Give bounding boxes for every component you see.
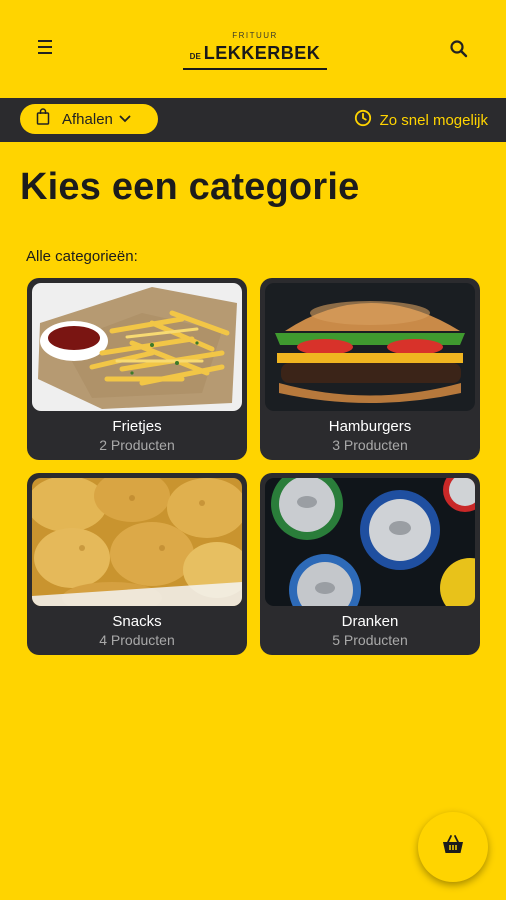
app-header: FRITUUR DE LEKKERBEK bbox=[0, 0, 506, 98]
brand-logo: FRITUUR DE LEKKERBEK bbox=[180, 30, 330, 80]
pickup-mode-dropdown[interactable]: Afhalen bbox=[20, 104, 158, 134]
nuggets-image bbox=[32, 478, 242, 606]
category-name: Hamburgers bbox=[328, 418, 412, 435]
category-name: Snacks bbox=[112, 613, 162, 630]
category-card-snacks[interactable]: Snacks 4 Producten bbox=[27, 473, 247, 655]
category-product-count: 3 Producten bbox=[332, 437, 408, 453]
hamburger-menu-icon[interactable] bbox=[38, 40, 56, 56]
delivery-time-selector[interactable]: Zo snel mogelijk bbox=[354, 108, 488, 132]
search-icon[interactable] bbox=[447, 37, 471, 61]
cans-image bbox=[265, 478, 475, 606]
category-product-count: 2 Producten bbox=[99, 437, 175, 453]
chevron-down-icon bbox=[119, 110, 131, 128]
page-title: Kies een categorie bbox=[20, 166, 360, 208]
clock-icon bbox=[354, 109, 372, 132]
delivery-time-label: Zo snel mogelijk bbox=[379, 111, 488, 129]
category-card-dranken[interactable]: Dranken 5 Producten bbox=[260, 473, 480, 655]
category-name: Frietjes bbox=[112, 418, 162, 435]
category-product-count: 4 Producten bbox=[99, 632, 175, 648]
order-options-bar: Afhalen Zo snel mogelijk bbox=[0, 98, 506, 142]
category-card-frietjes[interactable]: Frietjes 2 Producten bbox=[27, 278, 247, 460]
cart-button[interactable] bbox=[418, 812, 488, 882]
logo-small-text: FRITUUR bbox=[232, 31, 278, 40]
pickup-mode-label: Afhalen bbox=[62, 110, 113, 128]
logo-main-text: LEKKERBEK bbox=[203, 43, 321, 63]
basket-icon bbox=[441, 834, 465, 861]
category-name: Dranken bbox=[341, 613, 399, 630]
logo-underline bbox=[183, 68, 327, 70]
shopping-bag-icon bbox=[36, 108, 50, 130]
category-card-hamburgers[interactable]: Hamburgers 3 Producten bbox=[260, 278, 480, 460]
fries-image bbox=[32, 283, 242, 411]
logo-prefix: DE bbox=[189, 52, 201, 61]
section-label: Alle categorieën: bbox=[26, 248, 138, 265]
hamburger-image bbox=[265, 283, 475, 411]
category-product-count: 5 Producten bbox=[332, 632, 408, 648]
